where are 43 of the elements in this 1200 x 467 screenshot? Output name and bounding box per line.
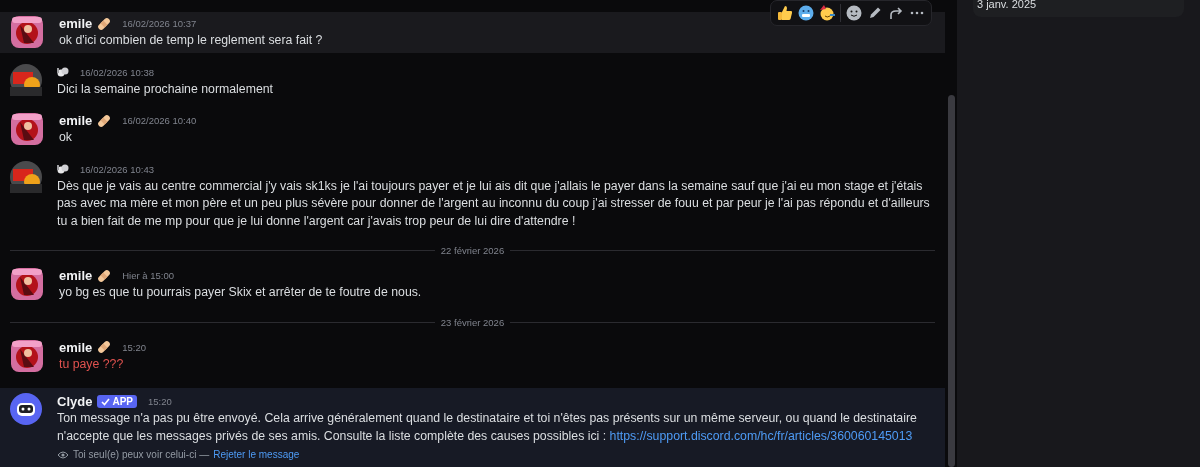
cloud-icon	[57, 66, 69, 78]
avatar	[10, 160, 42, 193]
message-text: ok	[59, 129, 73, 146]
username[interactable]: Clyde	[57, 394, 93, 409]
timestamp: 16/02/2026 10:38	[80, 66, 154, 78]
forward-arrow-icon[interactable]	[888, 5, 904, 21]
message-text: yo bg es que tu pourrais payer Skix et arrêter de te foutre de nous.	[59, 284, 423, 301]
timestamp: 16/02/2026 10:43	[80, 163, 154, 175]
message-text: Dici la semaine prochaine normalement	[57, 80, 274, 98]
avatar	[10, 338, 44, 373]
pencil-icon[interactable]	[867, 5, 883, 21]
timestamp: 16/02/2026 10:40	[122, 115, 197, 126]
avatar	[10, 63, 42, 96]
date-card: 3 janv. 2025	[973, 0, 1184, 17]
party-face-icon[interactable]	[819, 5, 835, 21]
username[interactable]: emile	[59, 268, 93, 283]
avatar	[10, 112, 44, 146]
scrollbar-thumb[interactable]	[947, 95, 955, 467]
date-divider: 23 février 2026	[440, 316, 505, 328]
thumbs-up-icon[interactable]	[777, 5, 793, 21]
date-divider: 22 février 2026	[440, 245, 505, 256]
app-badge: APP	[97, 395, 137, 408]
cold-face-icon[interactable]	[798, 5, 814, 21]
smiley-icon[interactable]	[846, 5, 862, 21]
timestamp: Hier à 15:00	[122, 270, 174, 281]
ephemeral-notice: Toi seul(e) peux voir celui-ci —	[73, 449, 210, 460]
username[interactable]: emile	[59, 113, 93, 128]
username[interactable]: emile	[59, 339, 93, 355]
message-text: tu paye ???	[59, 355, 125, 373]
cloud-icon	[57, 163, 69, 175]
dismiss-link[interactable]: Rejeter le message	[213, 449, 300, 460]
support-link[interactable]: https://support.discord.com/hc/fr/articles/360060145013	[609, 428, 913, 443]
message-text: Dès que je vais au centre commercial j'y vais sk1ks je l'ai toujours payer et je lui ais dit que j'allais le payer dans la semaine sauf que j'ai eu mon stage et j'étais pas avec ma mère et mon père et un peu plus sévère pour donner de l'argent au inconnu du coup j'ai stresser de fouu et par peur je l'ai pas répondu et d'ailleurs tu a bien fait de me mp pour que je lui donne l'argent car j'avais trop peur de lui dire d'attendre !	[57, 177, 931, 230]
username[interactable]: emile	[59, 16, 93, 31]
eye-icon	[57, 449, 69, 460]
avatar	[10, 267, 44, 301]
message-text: Ton message n'a pas pu être envoyé. Cela arrive généralement quand le destinataire et toi n'êtes pas présents sur un même serveur, ou quand le destinataire n'accepte que les messages privés de ses amis. Consulte la liste complète des causes possibles ici : https://support.discord.com/hc/fr/articles/360060145013	[57, 410, 918, 445]
timestamp: 15:20	[122, 341, 147, 353]
avatar	[10, 15, 44, 49]
timestamp: 16/02/2026 10:37	[122, 18, 197, 29]
message-text: ok d'ici combien de temp le reglement sera fait ?	[59, 32, 324, 49]
avatar	[10, 393, 42, 425]
timestamp: 15:20	[147, 396, 172, 407]
